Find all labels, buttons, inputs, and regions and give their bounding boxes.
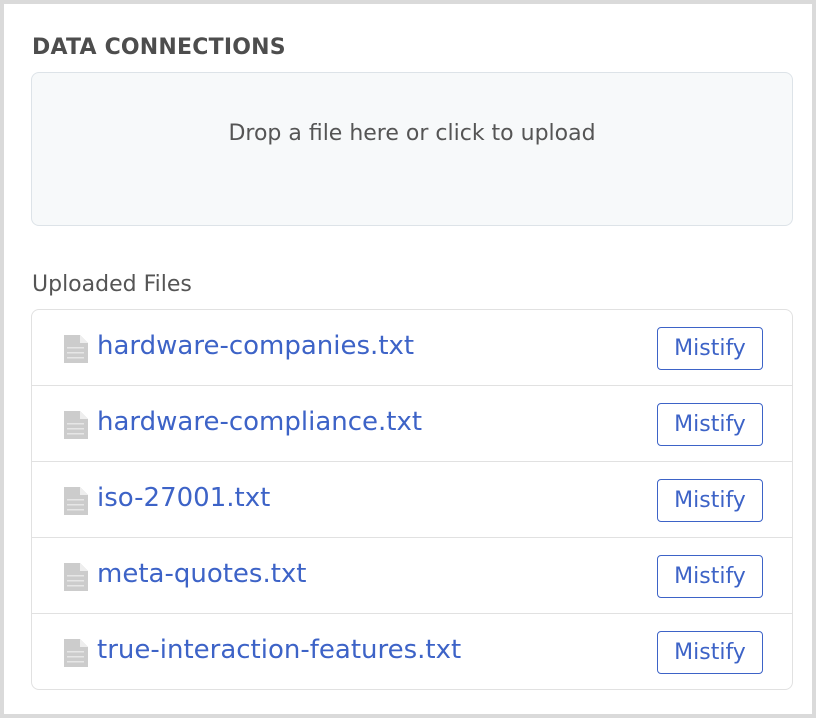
file-icon	[64, 639, 88, 667]
file-dropzone[interactable]: Drop a file here or click to upload	[31, 72, 793, 226]
file-link[interactable]: meta-quotes.txt	[97, 559, 307, 589]
file-link[interactable]: hardware-companies.txt	[97, 331, 414, 361]
file-link[interactable]: iso-27001.txt	[97, 483, 270, 513]
mistify-button[interactable]: Mistify	[657, 403, 763, 446]
file-row: iso-27001.txt Mistify	[32, 462, 792, 538]
dropzone-text: Drop a file here or click to upload	[228, 121, 596, 146]
data-connections-panel: DATA CONNECTIONS Drop a file here or cli…	[0, 0, 816, 718]
mistify-button[interactable]: Mistify	[657, 631, 763, 674]
mistify-button[interactable]: Mistify	[657, 555, 763, 598]
file-icon	[64, 411, 88, 439]
mistify-button[interactable]: Mistify	[657, 479, 763, 522]
file-link[interactable]: true-interaction-features.txt	[97, 635, 461, 665]
uploaded-files-heading: Uploaded Files	[32, 272, 192, 297]
file-row: hardware-compliance.txt Mistify	[32, 386, 792, 462]
file-row: hardware-companies.txt Mistify	[32, 310, 792, 386]
file-row: true-interaction-features.txt Mistify	[32, 614, 792, 689]
mistify-button[interactable]: Mistify	[657, 327, 763, 370]
file-icon	[64, 335, 88, 363]
file-icon	[64, 563, 88, 591]
uploaded-files-list: hardware-companies.txt Mistify hardware-…	[31, 309, 793, 690]
file-row: meta-quotes.txt Mistify	[32, 538, 792, 614]
file-link[interactable]: hardware-compliance.txt	[97, 407, 422, 437]
file-icon	[64, 487, 88, 515]
section-title: DATA CONNECTIONS	[32, 35, 286, 60]
